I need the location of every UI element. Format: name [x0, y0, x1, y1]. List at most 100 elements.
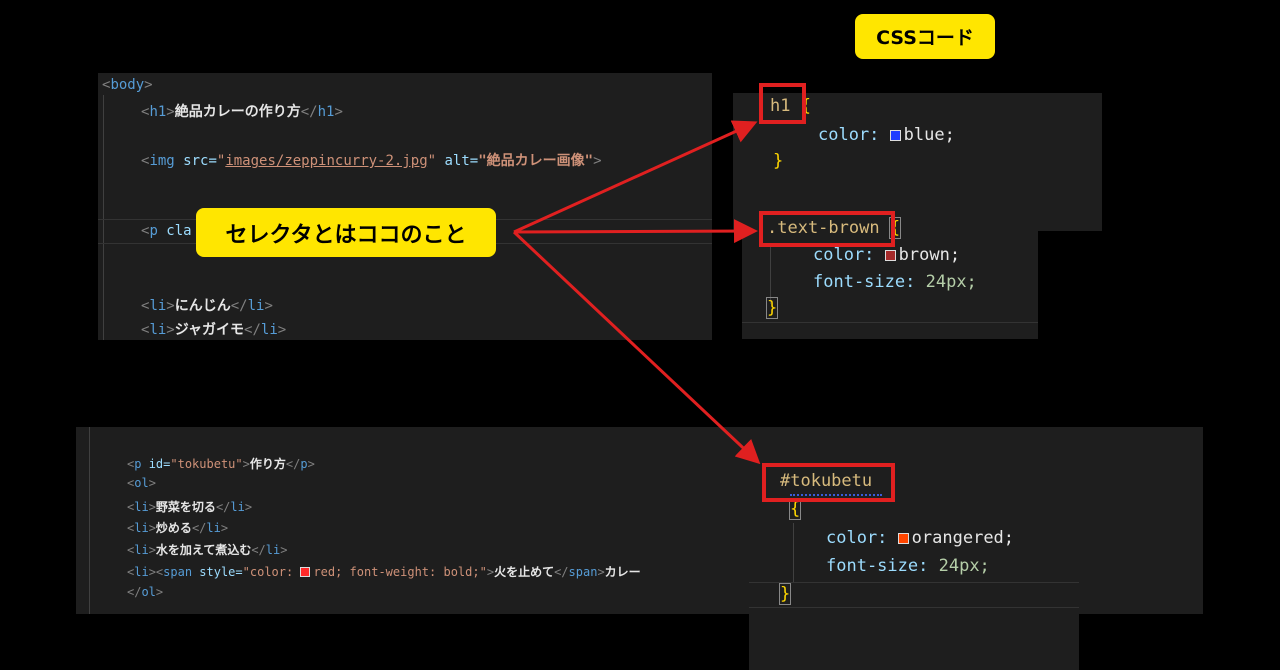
indent-guide: [103, 95, 104, 340]
tag-bracket: </: [244, 322, 261, 338]
brace: }: [773, 151, 784, 171]
tag-bracket: >: [593, 153, 602, 169]
property-value: orangered;: [911, 528, 1015, 548]
color-swatch[interactable]: [884, 250, 896, 261]
highlight-box-text-brown: [759, 211, 895, 247]
tag-bracket: </: [230, 298, 248, 314]
text-content: 絶品カレーの作り方: [174, 104, 301, 120]
highlight-box-tokubetu: [762, 463, 895, 502]
attr-quote: ": [427, 153, 437, 169]
property-value: 24px;: [925, 272, 977, 292]
code-line-li-nikomu: <li>水を加えて煮込む</li>: [127, 541, 287, 558]
tag-name: li: [134, 500, 149, 514]
attr-value-link[interactable]: images/zeppincurry-2.jpg: [225, 153, 427, 169]
divider: [749, 582, 1079, 583]
tag-name: body: [110, 77, 145, 93]
indent-guide: [89, 427, 90, 614]
property-name: color:: [826, 528, 888, 548]
tag-name: p: [300, 457, 308, 471]
code-line-li-span: <li><span style="color: red; font-weight…: [127, 563, 749, 580]
tag-bracket: </: [554, 565, 569, 579]
code-line-p-tokubetu: <p id="tokubetu">作り方</p>: [127, 455, 315, 472]
tag-name: img: [149, 153, 175, 169]
css-code-label-text: CSSコード: [876, 27, 974, 49]
property-value: 24px;: [938, 556, 990, 576]
code-line-h1: <h1>絶品カレーの作り方</h1>: [141, 101, 343, 121]
property-name: color:: [818, 125, 880, 145]
tag-name: li: [134, 521, 149, 535]
tag-name: li: [230, 500, 245, 514]
code-line-body: <body>: [102, 77, 153, 93]
css-line-tok-color: color: orangered;: [826, 528, 1014, 548]
tag-bracket: >: [166, 104, 175, 120]
css-line-tok-size: font-size: 24px;: [826, 556, 990, 576]
indent-guide: [793, 523, 794, 583]
css-line-h1-close: }: [773, 151, 783, 171]
property-name: color:: [813, 245, 875, 265]
tag-bracket: >: [148, 565, 156, 579]
text-content: 作り方: [249, 457, 286, 471]
text-content: ジャガイモ: [174, 322, 245, 338]
attr-name: alt=: [436, 153, 479, 169]
color-swatch[interactable]: [897, 533, 909, 544]
tag-bracket: </: [251, 543, 266, 557]
indent-guide: [770, 244, 771, 304]
tag-name: li: [134, 543, 149, 557]
tag-name: span: [163, 565, 193, 579]
brace: }: [765, 297, 779, 319]
tag-bracket: >: [277, 322, 287, 338]
tag-name: ol: [134, 476, 149, 490]
property-name: font-size:: [813, 272, 916, 292]
tag-name: span: [568, 565, 598, 579]
text-content: 火を止めて: [494, 565, 555, 579]
tag-bracket: </: [191, 521, 207, 535]
text-content: カレー: [604, 565, 641, 579]
attr-name: style=: [192, 565, 243, 579]
css-code-label: CSSコード: [855, 14, 995, 59]
code-line-img: <img src="images/zeppincurry-2.jpg" alt=…: [141, 150, 602, 170]
text-content: 炒める: [155, 521, 192, 535]
css-line-tb-close: }: [765, 297, 779, 319]
tag-bracket: >: [597, 565, 605, 579]
property-value: brown;: [898, 245, 961, 265]
tag-name: h1: [149, 104, 167, 120]
selector-callout-text: セレクタとはココのこと: [225, 222, 467, 248]
code-line-li-1: <li>にんじん</li>: [141, 295, 273, 315]
brace: }: [778, 583, 792, 605]
text-content: にんじん: [174, 298, 231, 314]
tag-bracket: </: [285, 457, 301, 471]
tag-bracket: >: [486, 565, 495, 579]
tag-bracket: >: [144, 77, 153, 93]
divider: [749, 607, 1079, 608]
css-line-tok-open: {: [788, 498, 802, 520]
code-line-p: <p cla: [141, 223, 192, 239]
css-line-tok-close: }: [778, 583, 792, 605]
attr-value: red; font-weight: bold;": [313, 565, 487, 579]
property-value: blue;: [903, 125, 955, 145]
tag-bracket: </: [300, 104, 318, 120]
tag-bracket: >: [166, 298, 175, 314]
tag-bracket: >: [166, 322, 175, 338]
code-line-ol-close: </ol>: [127, 585, 163, 599]
highlight-box-h1: [759, 83, 806, 124]
html-editor-top: <body> <h1>絶品カレーの作り方</h1> <img src="imag…: [98, 73, 712, 340]
color-swatch[interactable]: [889, 130, 901, 141]
text-content: 水を加えて煮込む: [155, 543, 252, 557]
tag-name: h1: [317, 104, 335, 120]
tag-name: li: [265, 543, 281, 557]
attr-value: "絶品カレー画像": [478, 153, 594, 169]
code-line-ol-open: <ol>: [127, 476, 156, 490]
property-name: font-size:: [826, 556, 929, 576]
brace: {: [788, 498, 802, 520]
color-swatch[interactable]: [300, 567, 311, 577]
tag-bracket: </: [127, 585, 142, 599]
attr-name: src=: [183, 153, 217, 169]
divider: [742, 322, 1038, 323]
tag-bracket: >: [334, 104, 343, 120]
tag-bracket: >: [307, 457, 315, 471]
css-line-tb-size: font-size: 24px;: [813, 272, 977, 292]
tag-name: p: [149, 223, 158, 239]
attr-value: "tokubetu": [170, 457, 243, 471]
tag-name: li: [149, 322, 167, 338]
css-line-h1-color: color: blue;: [818, 125, 955, 145]
